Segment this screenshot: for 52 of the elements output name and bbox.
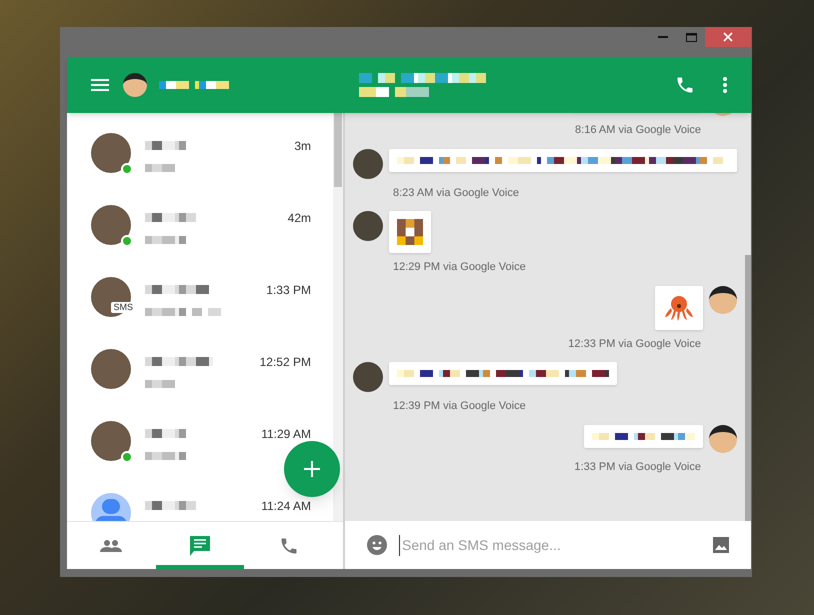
close-button[interactable] [705, 27, 751, 47]
contact-avatar [353, 148, 383, 178]
avatar-photo [91, 205, 131, 245]
pixelated-sticker [397, 219, 423, 245]
minimize-icon [658, 36, 668, 38]
contact-avatar [353, 211, 383, 241]
my-avatar [709, 286, 737, 314]
people-icon [100, 540, 122, 552]
message-timestamp: 1:33 PM via Google Voice [574, 460, 701, 474]
maximize-icon [686, 32, 696, 42]
plus-icon [304, 461, 320, 477]
avatar-photo [91, 277, 131, 317]
message-timestamp: 12:29 PM via Google Voice [393, 260, 526, 275]
pixelated-contact-name [145, 141, 186, 150]
conversation-time: 42m [288, 210, 311, 227]
emoji-icon[interactable] [367, 535, 387, 555]
avatar-photo [91, 133, 131, 173]
user-avatar[interactable] [123, 73, 147, 97]
message-timestamp: 8:23 AM via Google Voice [393, 186, 519, 200]
sms-badge: SMS [111, 302, 135, 313]
octopus-sticker [665, 294, 693, 322]
menu-icon[interactable] [91, 79, 109, 91]
message-input[interactable]: Send an SMS message... [399, 534, 713, 556]
default-avatar [91, 493, 131, 521]
avatar-photo [91, 349, 131, 389]
message-timestamp: 12:39 PM via Google Voice [393, 399, 526, 414]
conversation-time: 11:29 AM [261, 426, 311, 443]
image-icon[interactable] [713, 537, 729, 553]
pixelated-subtitle [358, 87, 428, 97]
pixelated-contact-name [145, 285, 209, 294]
pixelated-contact-name [145, 429, 186, 438]
message-timestamp: 12:33 PM via Google Voice [568, 336, 701, 352]
avatar-photo [91, 421, 131, 461]
pixelated-message-preview [145, 380, 175, 388]
more-options-icon[interactable] [723, 77, 727, 93]
conversation-time: 3m [294, 138, 311, 155]
conversation-time: 1:33 PM [266, 282, 311, 299]
conversation-time: 12:52 PM [260, 354, 311, 371]
message-field[interactable]: Send an SMS message... [345, 521, 751, 569]
chat-icon [190, 536, 210, 556]
conversation-time: 11:24 AM [261, 498, 311, 515]
phone-icon [278, 536, 299, 556]
pixelated-name [159, 81, 229, 89]
phone-icon[interactable] [675, 75, 695, 95]
message-timestamp: 8:16 AM via Google Voice [575, 123, 701, 138]
pixelated-contact-name [145, 501, 196, 510]
scrollbar[interactable] [333, 113, 343, 521]
pixelated-contact-name [145, 213, 196, 222]
pixelated-message-preview [145, 164, 175, 172]
my-avatar [709, 424, 737, 452]
contact-avatar [353, 362, 383, 392]
close-icon [723, 32, 733, 42]
